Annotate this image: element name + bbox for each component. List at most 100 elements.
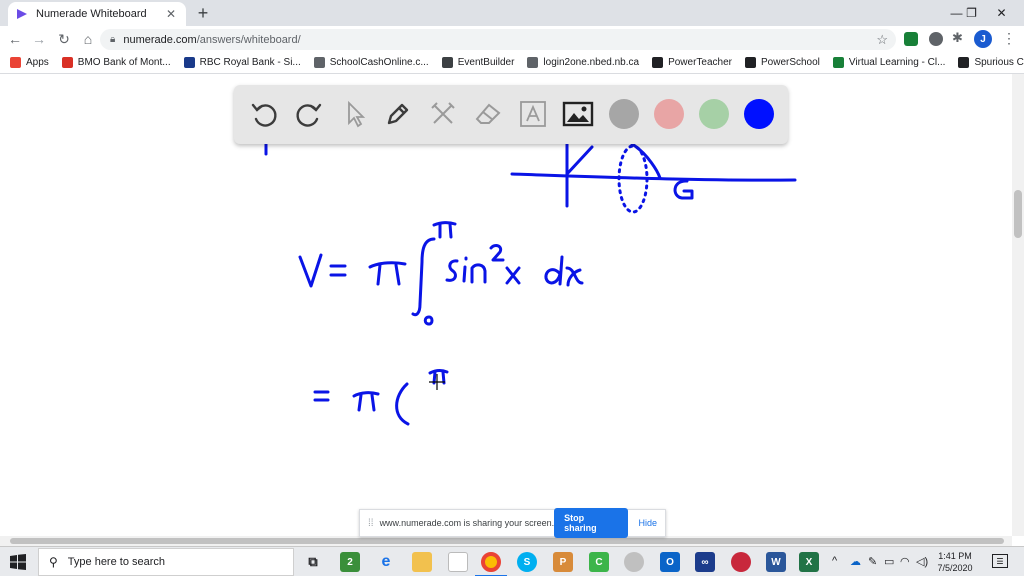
clock-date: 7/5/2020 bbox=[937, 563, 973, 573]
chrome-icon[interactable] bbox=[481, 552, 501, 572]
hide-button[interactable]: Hide bbox=[638, 518, 657, 528]
store-icon[interactable] bbox=[448, 552, 468, 572]
pen-tray-icon[interactable]: ✎ bbox=[868, 555, 877, 568]
network-icon[interactable]: ▭ bbox=[884, 555, 894, 568]
window-close-button[interactable]: ✕ bbox=[979, 0, 1024, 26]
app-icon[interactable]: ∞ bbox=[695, 552, 715, 572]
bookmark-favicon-icon bbox=[441, 57, 453, 68]
bookmark-item[interactable]: BMO Bank of Mont... bbox=[61, 57, 171, 68]
bookmark-label: Apps bbox=[26, 57, 49, 68]
task-view-icon[interactable]: ⧉ bbox=[303, 552, 323, 572]
excel-icon[interactable]: X bbox=[799, 552, 819, 572]
bookmark-item[interactable]: Virtual Learning - Cl... bbox=[832, 57, 946, 68]
scroll-thumb[interactable] bbox=[10, 538, 1004, 544]
bookmark-label: BMO Bank of Mont... bbox=[77, 57, 171, 68]
eraser-icon[interactable] bbox=[470, 96, 506, 132]
clock-time: 1:41 PM bbox=[938, 551, 972, 561]
ink-equals bbox=[329, 264, 347, 277]
color-swatch-green[interactable] bbox=[699, 99, 729, 129]
ink-pi bbox=[368, 261, 407, 286]
browser-tab[interactable]: Numerade Whiteboard ✕ bbox=[8, 2, 186, 26]
notifications-icon[interactable]: ☰ bbox=[992, 554, 1008, 568]
tab-close-icon[interactable]: ✕ bbox=[164, 7, 178, 21]
bookmark-label: login2one.nbed.nb.ca bbox=[543, 57, 640, 68]
bookmark-label: Virtual Learning - Cl... bbox=[848, 57, 946, 68]
redo-icon[interactable] bbox=[291, 96, 327, 132]
taskbar-search[interactable]: ⚲ Type here to search bbox=[38, 548, 294, 576]
extension-icon[interactable] bbox=[904, 32, 918, 46]
bookmark-item[interactable]: Spurious Correlations bbox=[958, 57, 1024, 68]
extension-icon[interactable] bbox=[929, 32, 943, 46]
new-tab-button[interactable]: + bbox=[195, 3, 211, 23]
bookmark-item[interactable]: PowerTeacher bbox=[652, 57, 732, 68]
bookmark-item[interactable]: PowerSchool bbox=[744, 57, 820, 68]
word-icon[interactable]: W bbox=[766, 552, 786, 572]
bookmark-favicon-icon bbox=[652, 57, 664, 68]
puzzle-icon[interactable]: ✱ bbox=[952, 30, 966, 45]
image-icon[interactable] bbox=[560, 96, 596, 132]
menu-icon[interactable]: ⋮ bbox=[1002, 30, 1016, 47]
vertical-scrollbar[interactable] bbox=[1012, 74, 1024, 536]
ink-integral bbox=[411, 237, 436, 317]
color-swatch-blue[interactable] bbox=[744, 99, 774, 129]
bookmark-favicon-icon bbox=[10, 57, 21, 68]
outlook-icon[interactable]: O bbox=[660, 552, 680, 572]
ink-i bbox=[462, 256, 468, 283]
start-button[interactable] bbox=[0, 547, 36, 576]
avatar[interactable]: J bbox=[974, 30, 992, 48]
volume-icon[interactable]: ◁) bbox=[916, 555, 928, 568]
windows-icon bbox=[10, 554, 26, 570]
app-icon[interactable] bbox=[731, 552, 751, 572]
skype-icon[interactable]: S bbox=[517, 552, 537, 572]
color-swatch-gray[interactable] bbox=[609, 99, 639, 129]
tray-chevron-icon[interactable]: ^ bbox=[832, 555, 837, 567]
sharing-message: www.numerade.com is sharing your screen. bbox=[379, 518, 555, 528]
ink-equals bbox=[313, 390, 330, 402]
ink-pi bbox=[352, 391, 380, 412]
app-icon[interactable]: C bbox=[589, 552, 609, 572]
ink-paren bbox=[395, 382, 410, 426]
stop-sharing-button[interactable]: Stop sharing bbox=[554, 508, 629, 538]
bookmark-label: EventBuilder bbox=[457, 57, 515, 68]
app-icon[interactable] bbox=[624, 552, 644, 572]
forward-icon[interactable]: → bbox=[30, 30, 48, 48]
tools-icon[interactable] bbox=[425, 96, 461, 132]
color-swatch-pink[interactable] bbox=[654, 99, 684, 129]
whiteboard-toolbar bbox=[234, 85, 788, 144]
bookmark-favicon-icon bbox=[183, 57, 195, 68]
pen-icon[interactable] bbox=[380, 96, 416, 132]
reload-icon[interactable]: ↻ bbox=[55, 30, 73, 48]
file-explorer-icon[interactable] bbox=[412, 552, 432, 572]
bookmark-label: RBC Royal Bank - Si... bbox=[199, 57, 301, 68]
bookmark-favicon-icon bbox=[958, 57, 970, 68]
bookmark-star-icon[interactable]: ☆ bbox=[876, 32, 888, 48]
onedrive-icon[interactable]: ☁ bbox=[850, 555, 861, 568]
bookmark-favicon-icon bbox=[313, 57, 325, 68]
url-host: numerade.com bbox=[123, 33, 197, 46]
text-icon[interactable] bbox=[515, 96, 551, 132]
app-icon[interactable]: P bbox=[553, 552, 573, 572]
scroll-thumb[interactable] bbox=[1014, 190, 1022, 238]
address-bar[interactable]: 🔒︎ numerade.com/answers/whiteboard/ ☆ bbox=[100, 29, 896, 50]
app-icon[interactable]: 2 bbox=[340, 552, 360, 572]
bookmark-item[interactable]: SchoolCashOnline.c... bbox=[313, 57, 429, 68]
ink-letter bbox=[673, 179, 694, 200]
horizontal-scrollbar[interactable] bbox=[0, 536, 1012, 546]
ink-x bbox=[565, 266, 584, 287]
back-icon[interactable]: ← bbox=[6, 30, 24, 48]
bookmark-item[interactable]: EventBuilder bbox=[441, 57, 515, 68]
edge-icon[interactable]: e bbox=[376, 552, 396, 572]
search-icon: ⚲ bbox=[49, 555, 58, 569]
wifi-icon[interactable]: ◠ bbox=[900, 555, 910, 568]
ink-d bbox=[544, 255, 564, 286]
bookmark-item[interactable]: RBC Royal Bank - Si... bbox=[183, 57, 301, 68]
bookmarks-bar: Apps BMO Bank of Mont... RBC Royal Bank - … bbox=[0, 52, 1024, 74]
undo-icon[interactable] bbox=[246, 96, 282, 132]
ink-zero-lower-limit bbox=[423, 315, 434, 326]
drag-handle-icon[interactable]: ⁞⁞ bbox=[368, 518, 374, 529]
taskbar-clock[interactable]: 1:41 PM 7/5/2020 bbox=[930, 550, 980, 574]
pointer-icon[interactable] bbox=[336, 96, 372, 132]
bookmark-item[interactable]: Apps bbox=[10, 57, 49, 68]
bookmark-item[interactable]: login2one.nbed.nb.ca bbox=[527, 57, 639, 68]
home-icon[interactable]: ⌂ bbox=[79, 30, 97, 48]
